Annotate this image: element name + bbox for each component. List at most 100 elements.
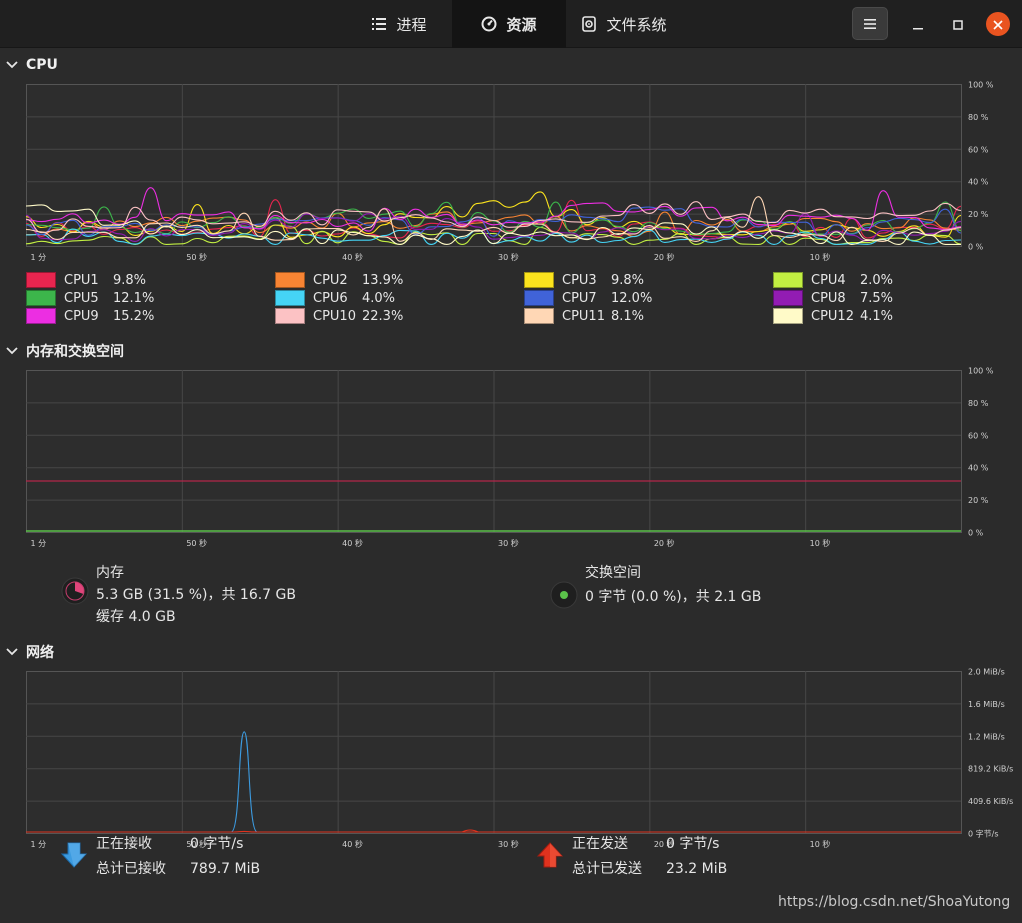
cpu-x-tick: 1 分: [31, 253, 47, 262]
color-swatch[interactable]: [773, 308, 803, 324]
chevron-down-icon: [6, 343, 18, 359]
cpu-legend-value: 7.5%: [860, 290, 894, 306]
memory-y-tick: 100 %: [968, 367, 994, 376]
network-y-tick: 1.6 MiB/s: [968, 700, 1005, 709]
cpu-y-tick: 60 %: [968, 145, 989, 154]
network-x-tick: 40 秒: [342, 839, 363, 849]
swap-pie-icon: [550, 581, 578, 609]
memory-x-tick: 30 秒: [498, 538, 519, 548]
cpu-legend-value: 22.3%: [362, 308, 404, 324]
cpu-legend-item[interactable]: CPU11 8.1%: [524, 308, 644, 324]
memory-x-tick: 50 秒: [186, 538, 207, 548]
watermark: https://blog.csdn.net/ShoaYutong: [778, 894, 1011, 910]
cpu-legend-item[interactable]: CPU3 9.8%: [524, 272, 644, 288]
gauge-icon: [481, 16, 497, 32]
menu-button[interactable]: [852, 7, 888, 40]
memory-pie-icon: [61, 577, 89, 605]
cpu-legend-item[interactable]: CPU4 2.0%: [773, 272, 893, 288]
memory-section-header[interactable]: 内存和交换空间: [6, 341, 124, 361]
network-receive-info: 正在接收 0 字节/s 总计已接收 789.7 MiB: [60, 832, 260, 882]
network-x-tick: 1 分: [31, 840, 47, 849]
cpu-legend-item[interactable]: CPU8 7.5%: [773, 290, 893, 306]
memory-value: 5.3 GB (31.5 %)，共 16.7 GB: [96, 587, 296, 603]
color-swatch[interactable]: [524, 290, 554, 306]
memory-graph: 100 % 80 % 60 % 40 % 20 % 0 % 1 分 50 秒 40 秒 30 秒 2…: [26, 367, 994, 548]
download-arrow-icon: [60, 842, 88, 868]
cpu-legend-name: CPU1: [64, 272, 99, 288]
minimize-button[interactable]: [906, 12, 930, 36]
tab-resources[interactable]: 资源: [452, 0, 566, 48]
network-send-info: 正在发送 0 字节/s 总计已发送 23.2 MiB: [536, 832, 727, 882]
cpu-legend-item[interactable]: CPU6 4.0%: [275, 290, 395, 306]
cpu-legend-value: 13.9%: [362, 272, 404, 288]
cpu-x-tick: 40 秒: [342, 252, 363, 262]
sending-label: 正在发送: [572, 836, 628, 852]
network-y-tick: 0 字节/s: [968, 829, 999, 839]
cpu-legend-name: CPU8: [811, 290, 846, 306]
cpu-section-header[interactable]: CPU: [6, 57, 58, 73]
color-swatch[interactable]: [773, 290, 803, 306]
cpu-legend-name: CPU2: [313, 272, 348, 288]
header-bar: 进程 资源 文件系统: [0, 0, 1022, 48]
memory-x-tick: 1 分: [31, 539, 47, 548]
memory-section-title: 内存和交换空间: [26, 344, 124, 360]
network-section-header[interactable]: 网络: [6, 642, 54, 662]
memory-y-tick: 20 %: [968, 496, 989, 505]
color-swatch[interactable]: [524, 308, 554, 324]
cpu-legend-value: 12.1%: [113, 290, 155, 306]
color-swatch[interactable]: [773, 272, 803, 288]
cpu-legend-item[interactable]: CPU1 9.8%: [26, 272, 146, 288]
memory-y-tick: 0 %: [968, 529, 984, 538]
total-received-label: 总计已接收: [96, 861, 166, 877]
cpu-legend-name: CPU12: [811, 308, 854, 324]
cpu-y-tick: 20 %: [968, 210, 989, 219]
color-swatch[interactable]: [26, 272, 56, 288]
color-swatch[interactable]: [275, 272, 305, 288]
network-y-tick: 409.6 KiB/s: [968, 797, 1013, 806]
network-x-tick: 10 秒: [810, 839, 831, 849]
color-swatch[interactable]: [26, 290, 56, 306]
cpu-legend-value: 4.0%: [362, 290, 396, 306]
cpu-legend-value: 9.8%: [611, 272, 645, 288]
cpu-x-tick: 50 秒: [186, 252, 207, 262]
cpu-graph: 100 % 80 % 60 % 40 % 20 % 0 % 1 分 50 秒 40 秒 30 秒 2…: [26, 81, 994, 262]
chevron-down-icon: [6, 57, 18, 73]
cpu-legend-name: CPU11: [562, 308, 605, 324]
minimize-icon: [913, 15, 923, 34]
network-graph: 2.0 MiB/s 1.6 MiB/s 1.2 MiB/s 819.2 KiB/s 40…: [26, 668, 1013, 849]
maximize-button[interactable]: [946, 12, 970, 36]
memory-y-tick: 40 %: [968, 464, 989, 473]
network-y-tick: 2.0 MiB/s: [968, 668, 1005, 677]
cpu-legend-item[interactable]: CPU7 12.0%: [524, 290, 652, 306]
swap-value: 0 字节 (0.0 %)，共 2.1 GB: [585, 589, 762, 605]
network-y-tick: 819.2 KiB/s: [968, 765, 1013, 774]
receiving-value: 0 字节/s: [190, 836, 244, 852]
cpu-legend-item[interactable]: CPU9 15.2%: [26, 308, 154, 324]
color-swatch[interactable]: [26, 308, 56, 324]
cpu-legend-name: CPU10: [313, 308, 356, 324]
disk-icon: [581, 16, 597, 32]
memory-y-tick: 80 %: [968, 399, 989, 408]
close-button[interactable]: [986, 12, 1010, 36]
cpu-x-tick: 30 秒: [498, 252, 519, 262]
color-swatch[interactable]: [524, 272, 554, 288]
network-section-title: 网络: [26, 645, 54, 661]
cpu-legend-item[interactable]: CPU10 22.3%: [275, 308, 403, 324]
cpu-legend-item[interactable]: CPU2 13.9%: [275, 272, 403, 288]
tab-processes[interactable]: 进程: [346, 0, 452, 48]
color-swatch[interactable]: [275, 308, 305, 324]
upload-arrow-icon: [536, 842, 564, 868]
chevron-down-icon: [6, 644, 18, 660]
hamburger-icon: [864, 14, 876, 33]
cpu-legend-value: 2.0%: [860, 272, 894, 288]
tab-filesystems[interactable]: 文件系统: [566, 0, 682, 48]
cpu-legend-value: 15.2%: [113, 308, 155, 324]
cpu-legend-item[interactable]: CPU12 4.1%: [773, 308, 893, 324]
cpu-legend-item[interactable]: CPU5 12.1%: [26, 290, 154, 306]
network-x-tick: 30 秒: [498, 839, 519, 849]
memory-label: 内存: [96, 565, 124, 581]
cpu-legend-name: CPU5: [64, 290, 99, 306]
memory-x-tick: 40 秒: [342, 538, 363, 548]
color-swatch[interactable]: [275, 290, 305, 306]
cpu-y-tick: 80 %: [968, 113, 989, 122]
